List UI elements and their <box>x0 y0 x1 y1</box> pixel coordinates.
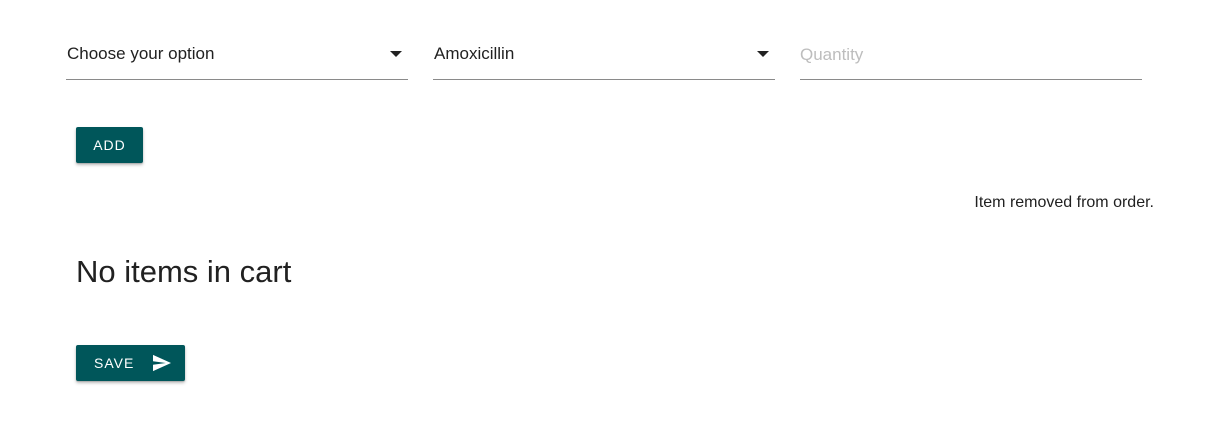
order-form-row: Choose your option Amoxicillin <box>66 26 1142 82</box>
add-button-label: ADD <box>93 137 126 153</box>
quantity-field[interactable] <box>800 26 1142 80</box>
quantity-input[interactable] <box>800 42 1130 68</box>
caret-down-icon <box>390 51 402 57</box>
save-button-label: SAVE <box>94 355 135 371</box>
option-select[interactable]: Choose your option <box>66 26 408 80</box>
add-button[interactable]: ADD <box>76 127 143 163</box>
cart-empty-message: No items in cart <box>76 254 292 289</box>
caret-down-icon <box>757 51 769 57</box>
medication-select-value: Amoxicillin <box>434 44 515 63</box>
medication-select[interactable]: Amoxicillin <box>433 26 775 80</box>
save-button[interactable]: SAVE <box>76 345 185 381</box>
status-message: Item removed from order. <box>974 194 1154 211</box>
option-select-value: Choose your option <box>67 44 215 63</box>
send-icon <box>152 354 172 372</box>
